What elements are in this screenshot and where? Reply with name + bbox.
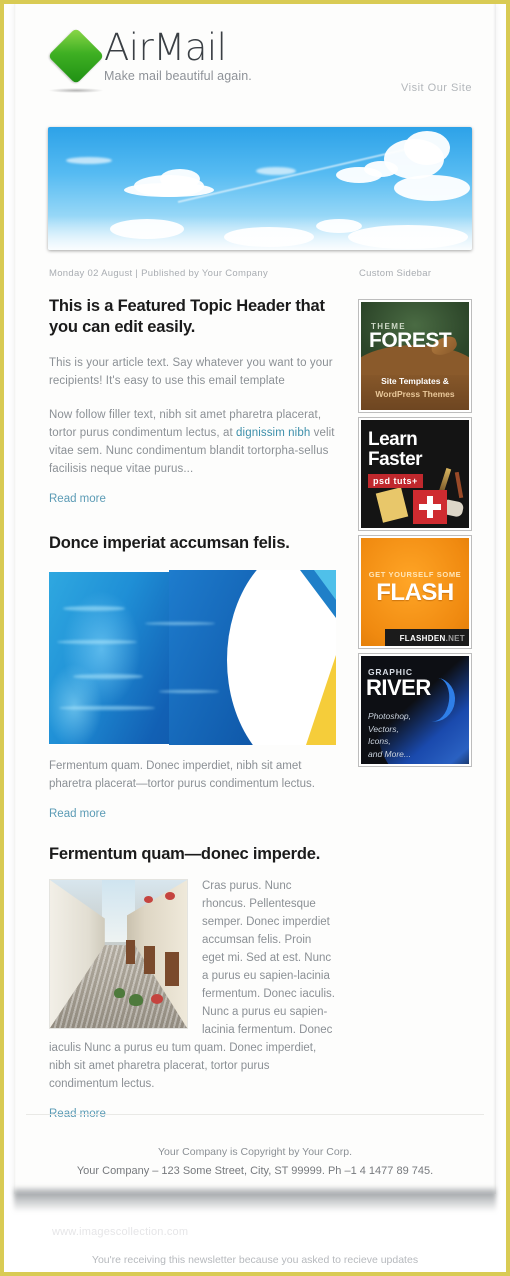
- ad-line2: WordPress Themes: [375, 389, 455, 399]
- cloud: [66, 157, 112, 164]
- ad-bar-sub: .NET: [445, 634, 465, 643]
- image-caption: Fermentum quam. Donec imperdiet, nibh si…: [49, 760, 315, 790]
- article-featured: This is a Featured Topic Header that you…: [49, 296, 336, 507]
- pen-icon: [454, 471, 464, 499]
- ripple: [57, 640, 137, 644]
- sheet-edge-left: [14, 4, 16, 1194]
- ad-themeforest[interactable]: THEME FOREST Site Templates & WordPress …: [359, 300, 471, 412]
- card-graphic: [375, 487, 409, 523]
- brand-block: AirMail Make mail beautiful again.: [104, 26, 252, 84]
- ad-line2: Faster: [368, 449, 423, 470]
- read-more-link[interactable]: Read more: [49, 493, 106, 505]
- subscription-note: You're receiving this newsletter because…: [91, 1254, 419, 1266]
- page-fold-shadow: [14, 1186, 496, 1212]
- ad-eyebrow: GET YOURSELF SOME: [368, 570, 462, 579]
- read-more-link[interactable]: Read more: [49, 808, 106, 820]
- logo-shadow: [49, 88, 103, 93]
- article-body: Now follow filler text, nibh sit amet ph…: [49, 406, 336, 478]
- ripple: [159, 690, 219, 693]
- ripple: [145, 622, 215, 625]
- article-intro: This is your article text. Say whatever …: [49, 357, 333, 387]
- cloud: [256, 167, 296, 175]
- ad-flashden[interactable]: GET YOURSELF SOME FLASH FLASHDEN.NET: [359, 536, 471, 648]
- ad-badge: psd tuts+: [368, 474, 423, 488]
- door: [144, 946, 155, 974]
- article-street: Fermentum quam—donec imperde. Cras purus…: [49, 844, 336, 1122]
- ad-psdtuts[interactable]: Learn Faster psd tuts+: [359, 418, 471, 530]
- brand-tagline: Make mail beautiful again.: [104, 69, 252, 83]
- flower-pot: [165, 892, 175, 900]
- hero-haze: [48, 216, 472, 250]
- footer-copyright: Your Company is Copyright by Your Corp.: [158, 1146, 352, 1158]
- watermark: www.imagescollection.com: [52, 1226, 189, 1238]
- article-pool: Donce imperiat accumsan felis. Fermentum…: [49, 533, 336, 822]
- brand-name: AirMail: [104, 26, 227, 69]
- ripple: [63, 606, 125, 611]
- sheet-edge-right: [493, 4, 496, 1194]
- ad-graphicriver[interactable]: GRAPHIC RIVER Photoshop, Vectors, Icons,…: [359, 654, 471, 766]
- flower-pot: [144, 896, 153, 903]
- hero-sky-image: [48, 127, 472, 250]
- ripple: [59, 706, 155, 710]
- street-image: [49, 879, 188, 1029]
- article-title: Donce imperiat accumsan felis.: [49, 534, 290, 552]
- main-content-column: This is a Featured Topic Header that you…: [49, 296, 336, 1122]
- ad-bar-main: FLASHDEN: [399, 634, 446, 643]
- ripple: [73, 674, 143, 679]
- plant: [129, 994, 143, 1006]
- door: [165, 952, 179, 986]
- pool-image: [49, 570, 336, 745]
- article-title: This is a Featured Topic Header that you…: [49, 297, 325, 336]
- ad-title: RIVER: [366, 675, 431, 700]
- ad-line1: Site Templates &: [381, 376, 449, 386]
- visit-our-site-link[interactable]: Visit Our Site: [401, 82, 472, 94]
- sidebar: THEME FOREST Site Templates & WordPress …: [359, 300, 471, 772]
- cross-horizontal: [419, 504, 441, 510]
- email-header: AirMail Make mail beautiful again. Visit…: [47, 26, 472, 108]
- cloud: [394, 175, 470, 201]
- article-title: Fermentum quam—donec imperde.: [49, 845, 321, 863]
- newsletter-page: AirMail Make mail beautiful again. Visit…: [0, 0, 510, 1276]
- sail-cyan: [314, 570, 336, 600]
- plant: [114, 988, 125, 998]
- ad-list: Photoshop, Vectors, Icons, and More...: [368, 711, 412, 759]
- ad-bar-text: FLASHDEN.NET: [400, 634, 465, 643]
- ad-line1: Learn: [368, 429, 418, 450]
- ad-title: FLASH: [376, 579, 454, 606]
- sidebar-label: Custom Sidebar: [359, 268, 432, 279]
- dignissim-link[interactable]: dignissim nibh: [236, 427, 310, 439]
- publish-meta: Monday 02 August | Published by Your Com…: [49, 268, 268, 279]
- door: [126, 940, 135, 964]
- sail-yellow: [306, 655, 336, 745]
- flower-pot: [151, 994, 163, 1004]
- green-diamond-logo-icon: [47, 27, 105, 85]
- footer-address: Your Company – 123 Some Street, City, ST…: [76, 1165, 434, 1177]
- logo: [47, 27, 110, 102]
- ad-title: FOREST: [369, 329, 452, 352]
- email-footer: Your Company is Copyright by Your Corp. …: [26, 1114, 484, 1181]
